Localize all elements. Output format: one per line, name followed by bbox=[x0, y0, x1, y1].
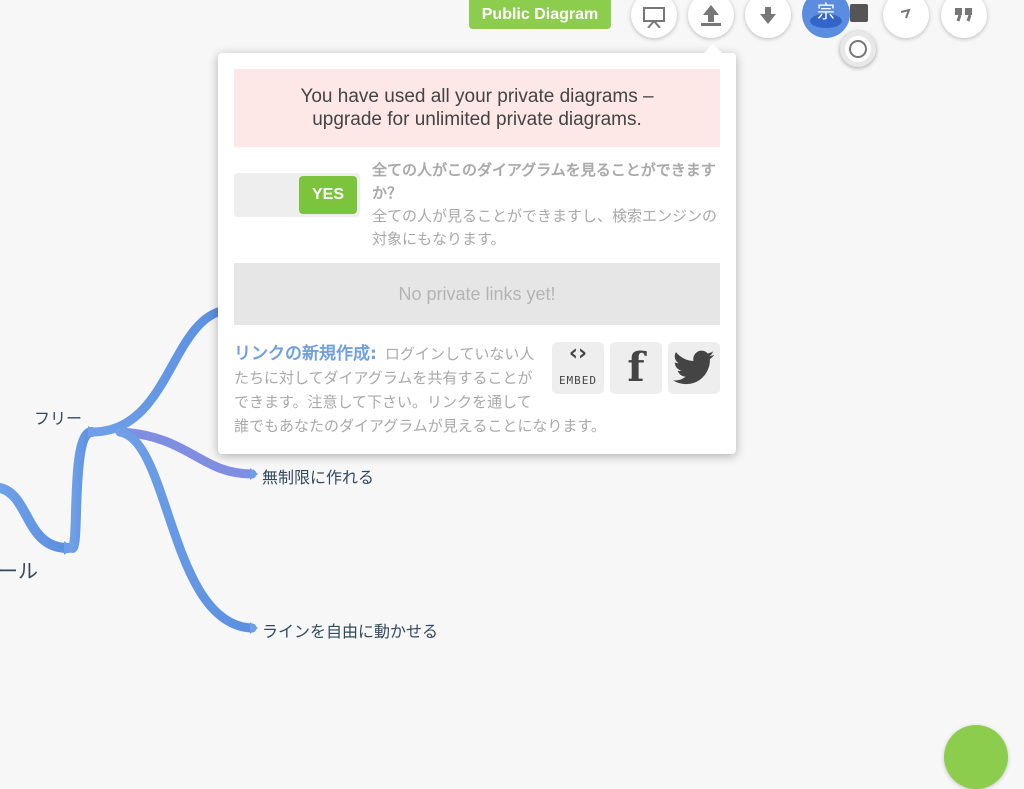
download-icon bbox=[760, 7, 776, 24]
toggle-yes-label: YES bbox=[299, 176, 357, 214]
upload-icon bbox=[701, 5, 721, 26]
presentation-icon bbox=[643, 7, 665, 28]
twitter-icon bbox=[673, 350, 715, 385]
embed-icon: ‹› bbox=[568, 341, 588, 366]
mindmap-node-tool[interactable]: ツール bbox=[0, 555, 38, 584]
private-links-empty: No private links yet! bbox=[234, 263, 720, 325]
branch-tool-left bbox=[0, 483, 73, 553]
branch-free-lines bbox=[115, 427, 257, 633]
branch-arrow-lines bbox=[250, 622, 258, 634]
status-chip bbox=[850, 4, 868, 22]
embed-label: EMBED bbox=[558, 374, 598, 387]
new-link-section: f ‹› EMBED リンクの新規作成: ログインしていない人たちに対してダイアグ… bbox=[234, 342, 720, 438]
public-toggle[interactable]: YES bbox=[234, 173, 360, 217]
toolbar-toggle-knob[interactable] bbox=[840, 31, 876, 67]
edit-icon bbox=[900, 8, 911, 19]
mindmap-node-lines[interactable]: ラインを自由に動かせる bbox=[262, 618, 438, 642]
visibility-text: 全ての人がこのダイアグラムを見ることができますか？ 全ての人が見ることができます… bbox=[372, 159, 722, 251]
help-button[interactable] bbox=[944, 725, 1008, 789]
quote-icon bbox=[955, 8, 972, 22]
twitter-share-button[interactable] bbox=[668, 342, 720, 394]
facebook-icon: f bbox=[627, 344, 645, 391]
user-initial: 宗 bbox=[817, 2, 835, 23]
mindmap-node-free[interactable]: フリー bbox=[34, 405, 82, 429]
public-diagram-badge[interactable]: Public Diagram bbox=[469, 0, 611, 29]
alert-line-1: You have used all your private diagrams … bbox=[300, 86, 654, 107]
mindmap-node-unlimited[interactable]: 無制限に作れる bbox=[262, 464, 374, 488]
alert-line-2: upgrade for unlimited private diagrams. bbox=[312, 109, 642, 130]
upgrade-alert: You have used all your private diagrams … bbox=[234, 69, 720, 147]
branch-arrow-unlimited bbox=[250, 468, 258, 480]
visibility-question: 全ての人がこのダイアグラムを見ることができますか？ bbox=[372, 161, 716, 202]
share-popup: You have used all your private diagrams … bbox=[218, 44, 736, 454]
visibility-description: 全ての人が見ることができますし、検索エンジンの対象にもなります。 bbox=[372, 207, 718, 248]
create-link-button[interactable]: リンクの新規作成: bbox=[234, 344, 377, 364]
popup-arrow bbox=[704, 44, 722, 53]
embed-button[interactable]: ‹› EMBED bbox=[552, 342, 604, 394]
branch-tool-to-free bbox=[67, 427, 97, 553]
branch-free-up bbox=[87, 305, 230, 437]
facebook-share-button[interactable]: f bbox=[610, 342, 662, 394]
